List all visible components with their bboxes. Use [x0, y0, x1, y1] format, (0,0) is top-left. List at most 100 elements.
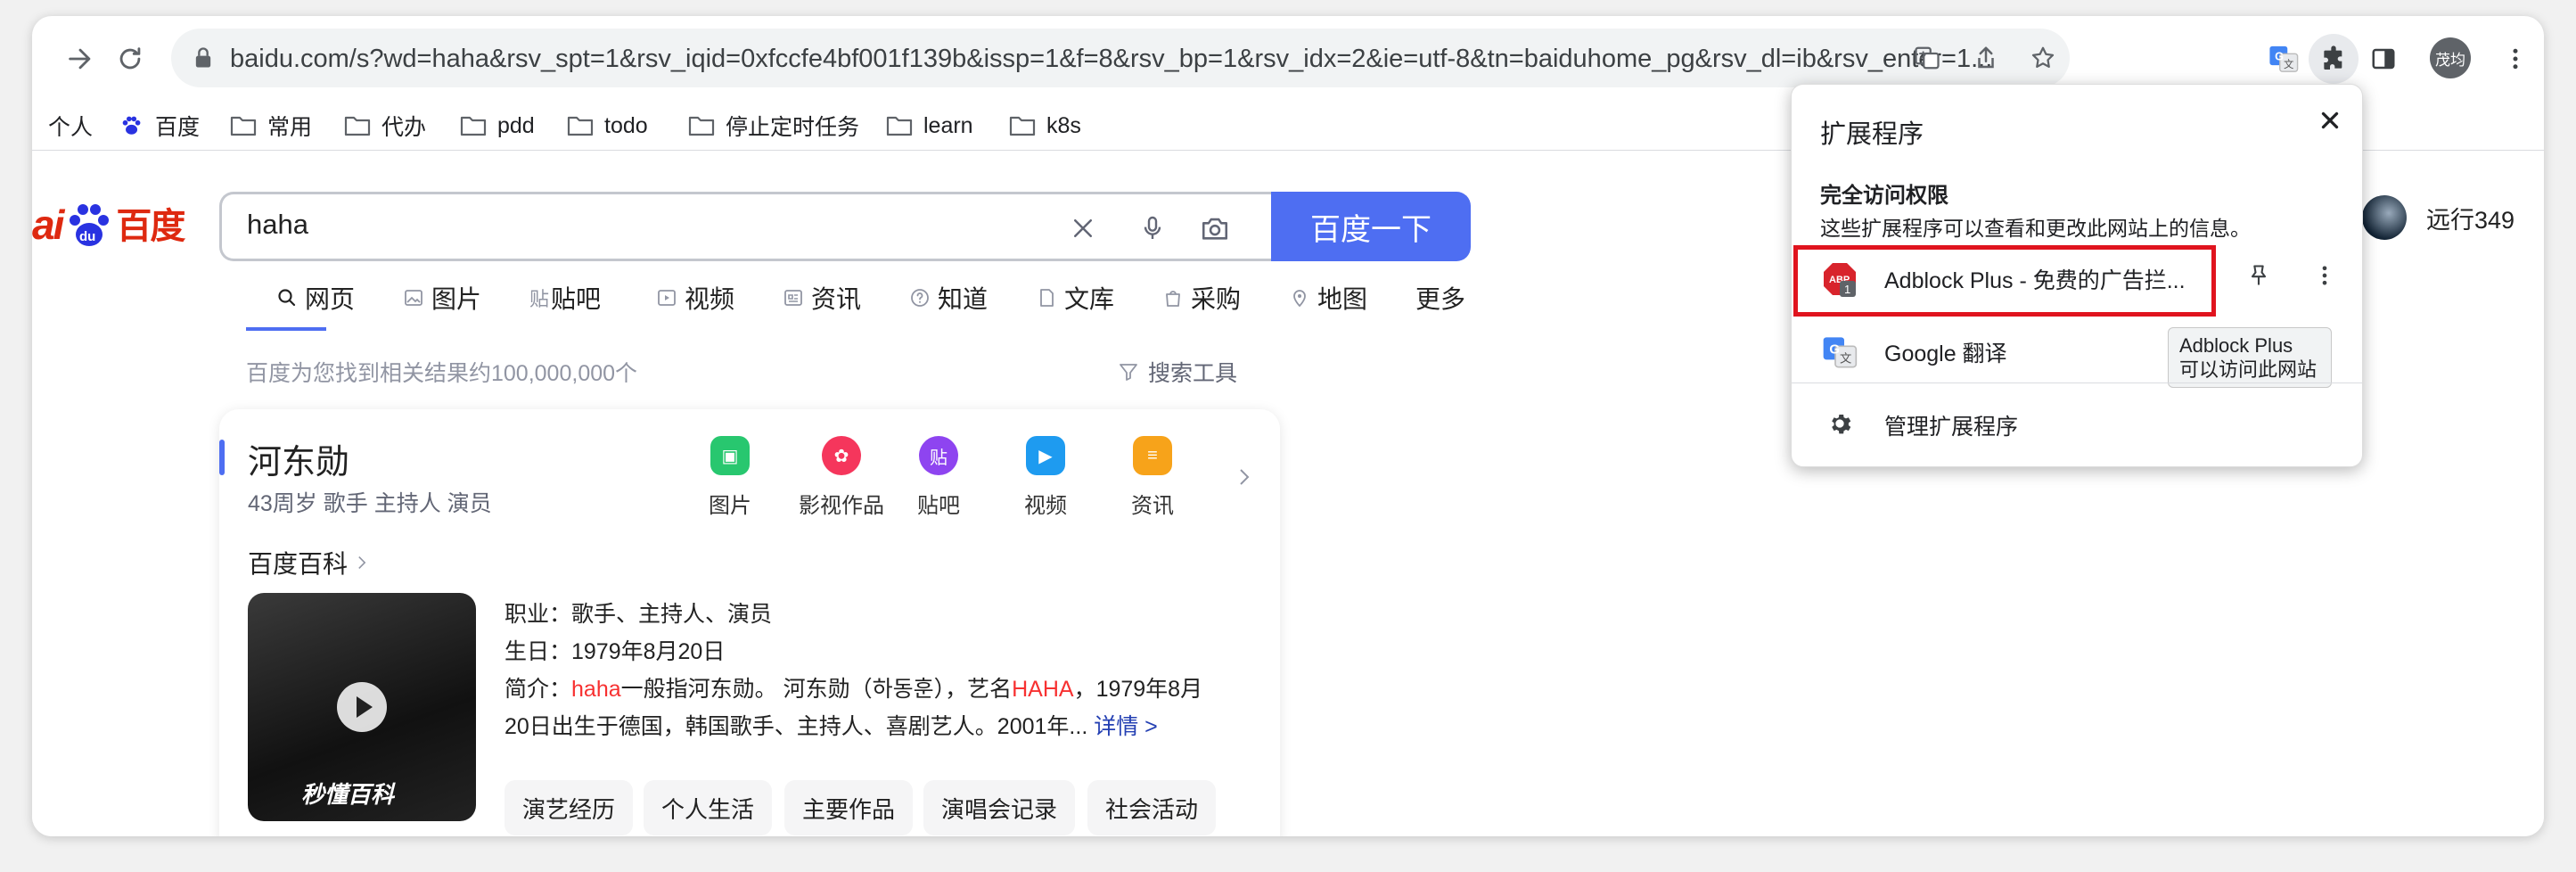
forward-arrow-icon: [69, 48, 91, 70]
news-icon: [784, 290, 802, 306]
forward-button[interactable]: [55, 34, 105, 84]
tab-news[interactable]: 资讯: [783, 276, 861, 320]
chip-concerts[interactable]: 演唱会记录: [923, 780, 1076, 835]
tab-wenku[interactable]: 文库: [1036, 276, 1114, 320]
manage-extensions-item[interactable]: 管理扩展程序: [1792, 391, 2362, 454]
address-bar[interactable]: baidu.com/s?wd=haha&rsv_spt=1&rsv_iqid=0…: [171, 29, 2070, 87]
knowledge-card: 河东勋 43周岁 歌手 主持人 演员 ▣ 图片 ✿ 影视作品 贴 贴吧 ▶ 视频…: [219, 409, 1280, 836]
bookmark-item[interactable]: 个人: [48, 109, 93, 143]
quicklink-tieba[interactable]: 贴 贴吧: [898, 436, 979, 519]
adblock-plus-icon: ABP 1: [1824, 263, 1856, 297]
browser-menu-button[interactable]: [2490, 34, 2540, 84]
close-icon[interactable]: [2314, 104, 2346, 136]
pin-icon[interactable]: [2246, 263, 2271, 288]
person-name[interactable]: 河东勋: [248, 434, 349, 483]
baidu-logo[interactable]: ai du 百度: [32, 195, 185, 249]
share-button[interactable]: [1968, 40, 2004, 76]
info-intro-line2: 20日出生于德国，韩国歌手、主持人、喜剧艺人。2001年... 详情 >: [505, 714, 1158, 739]
info-birthday: 生日：1979年8月20日: [505, 639, 726, 664]
person-meta: 43周岁 歌手 主持人 演员: [248, 491, 492, 516]
document-icon: [1040, 289, 1054, 307]
baike-link[interactable]: 百度百科: [248, 545, 369, 580]
svg-text:du: du: [79, 229, 95, 244]
tab-map[interactable]: 地图: [1289, 276, 1367, 320]
folder-icon: [567, 116, 594, 136]
search-icon: [278, 289, 296, 307]
tab-more[interactable]: 更多: [1415, 276, 1465, 320]
svg-text:1: 1: [1844, 283, 1850, 296]
reload-button[interactable]: [105, 34, 155, 84]
search-button[interactable]: 百度一下: [1271, 192, 1471, 261]
google-translate-icon: G文: [2269, 45, 2299, 72]
lock-icon: [195, 47, 211, 68]
extension-item-adblock[interactable]: ABP 1 Adblock Plus - 免费的广告拦...: [1792, 245, 2362, 317]
image-search-button[interactable]: [1197, 210, 1233, 246]
more-vert-icon: [2513, 48, 2518, 70]
extension-name: Adblock Plus - 免费的广告拦...: [1884, 268, 2186, 293]
active-tab-indicator: [246, 327, 326, 331]
info-occupation: 职业：歌手、主持人、演员: [505, 602, 773, 627]
folder-icon: [230, 116, 257, 136]
bookmark-folder[interactable]: 停止定时任务: [688, 109, 859, 143]
tab-video[interactable]: 视频: [656, 276, 734, 320]
svg-text:文: 文: [2284, 58, 2293, 70]
close-icon: [1074, 219, 1092, 237]
translate-page-button[interactable]: [1909, 40, 1945, 76]
quicklink-video[interactable]: ▶ 视频: [1005, 436, 1086, 519]
bookmark-star-button[interactable]: [2025, 40, 2061, 76]
bag-icon: [1166, 291, 1180, 307]
tab-tieba[interactable]: 贴 贴吧: [529, 276, 601, 320]
manage-extensions-label: 管理扩展程序: [1884, 415, 2019, 440]
bookmark-folder[interactable]: pdd: [460, 109, 535, 143]
browser-window: baidu.com/s?wd=haha&rsv_spt=1&rsv_iqid=0…: [32, 16, 2544, 836]
tooltip: Adblock Plus 可以访问此网站: [2168, 327, 2332, 388]
tab-purchase[interactable]: 采购: [1162, 276, 1241, 320]
tab-images[interactable]: 图片: [403, 276, 481, 320]
details-link[interactable]: 详情 >: [1094, 714, 1158, 739]
reload-icon: [119, 47, 141, 70]
news-icon: ≡: [1133, 436, 1172, 475]
quicklink-films[interactable]: ✿ 影视作品: [797, 436, 886, 519]
question-icon: [911, 289, 929, 307]
quicklink-images[interactable]: ▣ 图片: [690, 436, 770, 519]
bookmark-folder[interactable]: learn: [886, 109, 973, 143]
bookmark-folder[interactable]: k8s: [1009, 109, 1081, 143]
quicklink-news[interactable]: ≡ 资讯: [1112, 436, 1193, 519]
chip-works[interactable]: 主要作品: [784, 780, 914, 835]
extension-name: Google 翻译: [1884, 341, 2007, 366]
google-translate-extension-button[interactable]: G文: [2259, 34, 2309, 84]
search-input[interactable]: haha: [247, 209, 308, 241]
person-video-thumbnail[interactable]: 秒懂百科: [248, 593, 476, 821]
camera-icon: [1202, 218, 1228, 240]
chip-career[interactable]: 演艺经历: [505, 780, 634, 835]
play-icon: [337, 682, 387, 732]
profile-avatar[interactable]: 茂均: [2430, 37, 2471, 78]
clear-search-button[interactable]: [1065, 210, 1101, 246]
chevron-right-icon: [358, 556, 366, 569]
extensions-menu-button[interactable]: [2309, 34, 2359, 84]
chip-social-activities[interactable]: 社会活动: [1087, 780, 1217, 835]
svg-text:G: G: [2275, 49, 2284, 62]
baidu-paw-icon: du: [64, 199, 114, 249]
film-reel-icon: ✿: [822, 436, 861, 475]
gear-icon: [1832, 415, 1851, 434]
side-panel-button[interactable]: [2359, 34, 2408, 84]
voice-search-button[interactable]: [1135, 210, 1170, 246]
bookmark-item[interactable]: 百度: [118, 109, 200, 143]
search-box[interactable]: haha: [219, 192, 1280, 261]
popup-title: 扩展程序: [1820, 120, 1924, 149]
translate-icon: [1915, 46, 1940, 70]
more-vert-icon[interactable]: [2312, 263, 2337, 288]
url-text[interactable]: baidu.com/s?wd=haha&rsv_spt=1&rsv_iqid=0…: [230, 41, 2013, 77]
chevron-right-icon[interactable]: [1235, 466, 1253, 488]
bookmark-folder[interactable]: todo: [567, 109, 648, 143]
tab-zhidao[interactable]: 知道: [909, 276, 988, 320]
bookmark-folder[interactable]: 代办: [344, 109, 426, 143]
chip-personal-life[interactable]: 个人生活: [644, 780, 773, 835]
tab-web[interactable]: 网页: [276, 276, 355, 320]
search-tools-button[interactable]: 搜索工具: [1118, 356, 1237, 388]
map-pin-icon: [1293, 290, 1306, 308]
user-menu[interactable]: 远行349: [2362, 195, 2514, 240]
extensions-popup: 扩展程序 完全访问权限 这些扩展程序可以查看和更改此网站上的信息。 ABP 1 …: [1791, 84, 2363, 467]
bookmark-folder[interactable]: 常用: [230, 109, 312, 143]
